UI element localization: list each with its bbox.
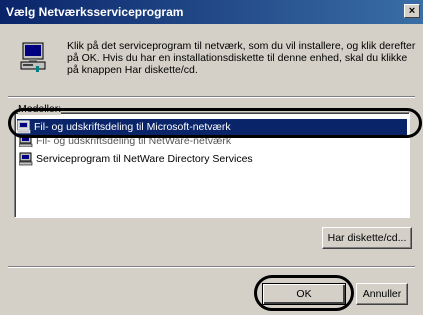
network-service-icon xyxy=(19,152,33,166)
have-disk-button[interactable]: Har diskette/cd... xyxy=(322,227,412,249)
list-item[interactable]: Serviceprogram til NetWare Directory Ser… xyxy=(19,151,253,167)
list-item-label: Serviceprogram til NetWare Directory Ser… xyxy=(36,153,253,165)
ok-callout xyxy=(254,275,354,311)
close-button[interactable]: × xyxy=(404,4,420,18)
network-service-icon xyxy=(20,42,46,72)
window-title: Vælg Netværksserviceprogram xyxy=(6,5,184,19)
instructions-text: Klik på det serviceprogram til netværk, … xyxy=(67,40,416,76)
divider-bottom xyxy=(8,266,415,268)
selection-callout xyxy=(8,108,422,138)
title-bar[interactable]: Vælg Netværksserviceprogram × xyxy=(0,0,423,24)
cancel-button[interactable]: Annuller xyxy=(356,283,408,305)
divider-top xyxy=(8,96,415,98)
dialog-window: Vælg Netværksserviceprogram × Klik på de… xyxy=(0,0,423,315)
close-icon: × xyxy=(408,5,416,17)
